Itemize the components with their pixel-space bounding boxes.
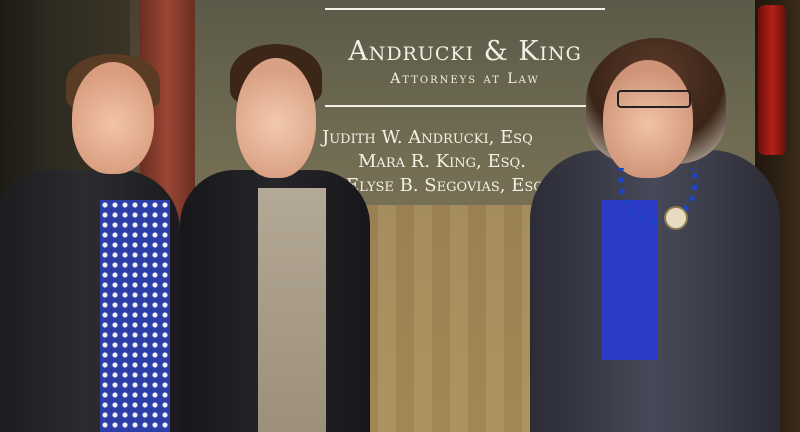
firm-name: Andrucki & King: [348, 36, 582, 67]
brooch-icon: [664, 206, 688, 230]
attorney-name: Judith W. Andrucki, Esq: [322, 127, 533, 148]
firm-subtitle: Attorneys at Law: [390, 71, 540, 87]
attorney-name: Elyse B. Segovias, Esq: [346, 175, 544, 196]
office-door-photo: Andrucki & King Attorneys at Law Judith …: [0, 0, 800, 432]
sign-rule-top: [325, 8, 605, 10]
person-middle-blouse: [258, 188, 326, 432]
door-sign: Andrucki & King Attorneys at Law: [300, 0, 630, 107]
person-left-blouse: [100, 200, 170, 432]
person-middle-face: [236, 58, 316, 178]
glasses-icon: [617, 90, 691, 108]
attorney-name: Mara R. King, Esq.: [358, 151, 526, 172]
fire-extinguisher: [758, 5, 786, 155]
person-left-face: [72, 62, 154, 174]
person-right-blouse: [602, 200, 658, 360]
sign-rule-bottom: [325, 105, 605, 107]
person-right-face: [603, 60, 693, 178]
